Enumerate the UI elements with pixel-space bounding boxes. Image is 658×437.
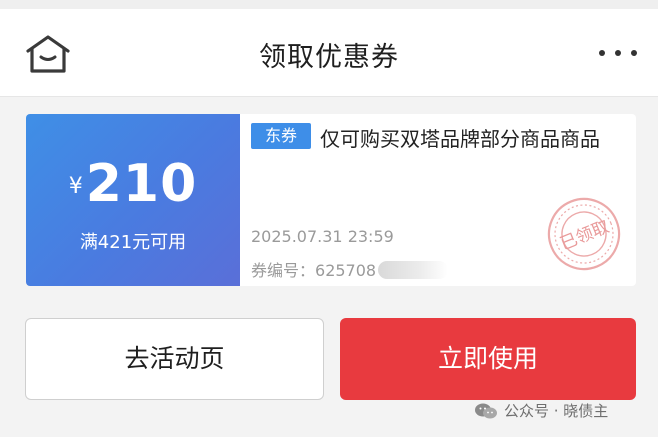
more-dot-icon [631, 50, 637, 56]
more-options-button[interactable] [596, 43, 640, 63]
coupon-expiry: 2025.07.31 23:59 [251, 227, 394, 246]
coupon-amount: ¥210 [26, 154, 240, 214]
wechat-watermark: 公众号 · 晓债主 [474, 400, 608, 421]
nav-header: 领取优惠券 [0, 9, 658, 97]
page-title: 领取优惠券 [259, 42, 399, 73]
coupon-code-row: 券编号：625708 [251, 257, 449, 281]
go-activity-page-button[interactable]: 去活动页 [25, 318, 324, 400]
amount-value: 210 [85, 154, 198, 214]
coupon-type-badge: 东券 [251, 123, 311, 149]
claimed-stamp-icon: 已领取 [547, 197, 621, 271]
coupon-info-panel: 东券 仅可购买双塔品牌部分商品商品 2025.07.31 23:59 券编号：6… [240, 114, 636, 286]
coupon-card: ¥210 满421元可用 东券 仅可购买双塔品牌部分商品商品 2025.07.3… [26, 114, 636, 286]
wechat-icon [475, 403, 497, 419]
watermark-text: 公众号 · 晓债主 [504, 402, 609, 420]
coupon-condition: 满421元可用 [79, 232, 187, 253]
currency-symbol: ¥ [68, 174, 83, 199]
top-band [0, 0, 658, 9]
coupon-description: 仅可购买双塔品牌部分商品商品 [320, 127, 600, 151]
more-dot-icon [615, 50, 621, 56]
more-dot-icon [599, 50, 605, 56]
redacted-blur [378, 261, 449, 279]
coupon-value-panel: ¥210 满421元可用 [26, 114, 240, 286]
use-now-button[interactable]: 立即使用 [340, 318, 636, 400]
coupon-code-value: 625708 [315, 261, 377, 280]
coupon-code-label: 券编号： [251, 261, 316, 280]
